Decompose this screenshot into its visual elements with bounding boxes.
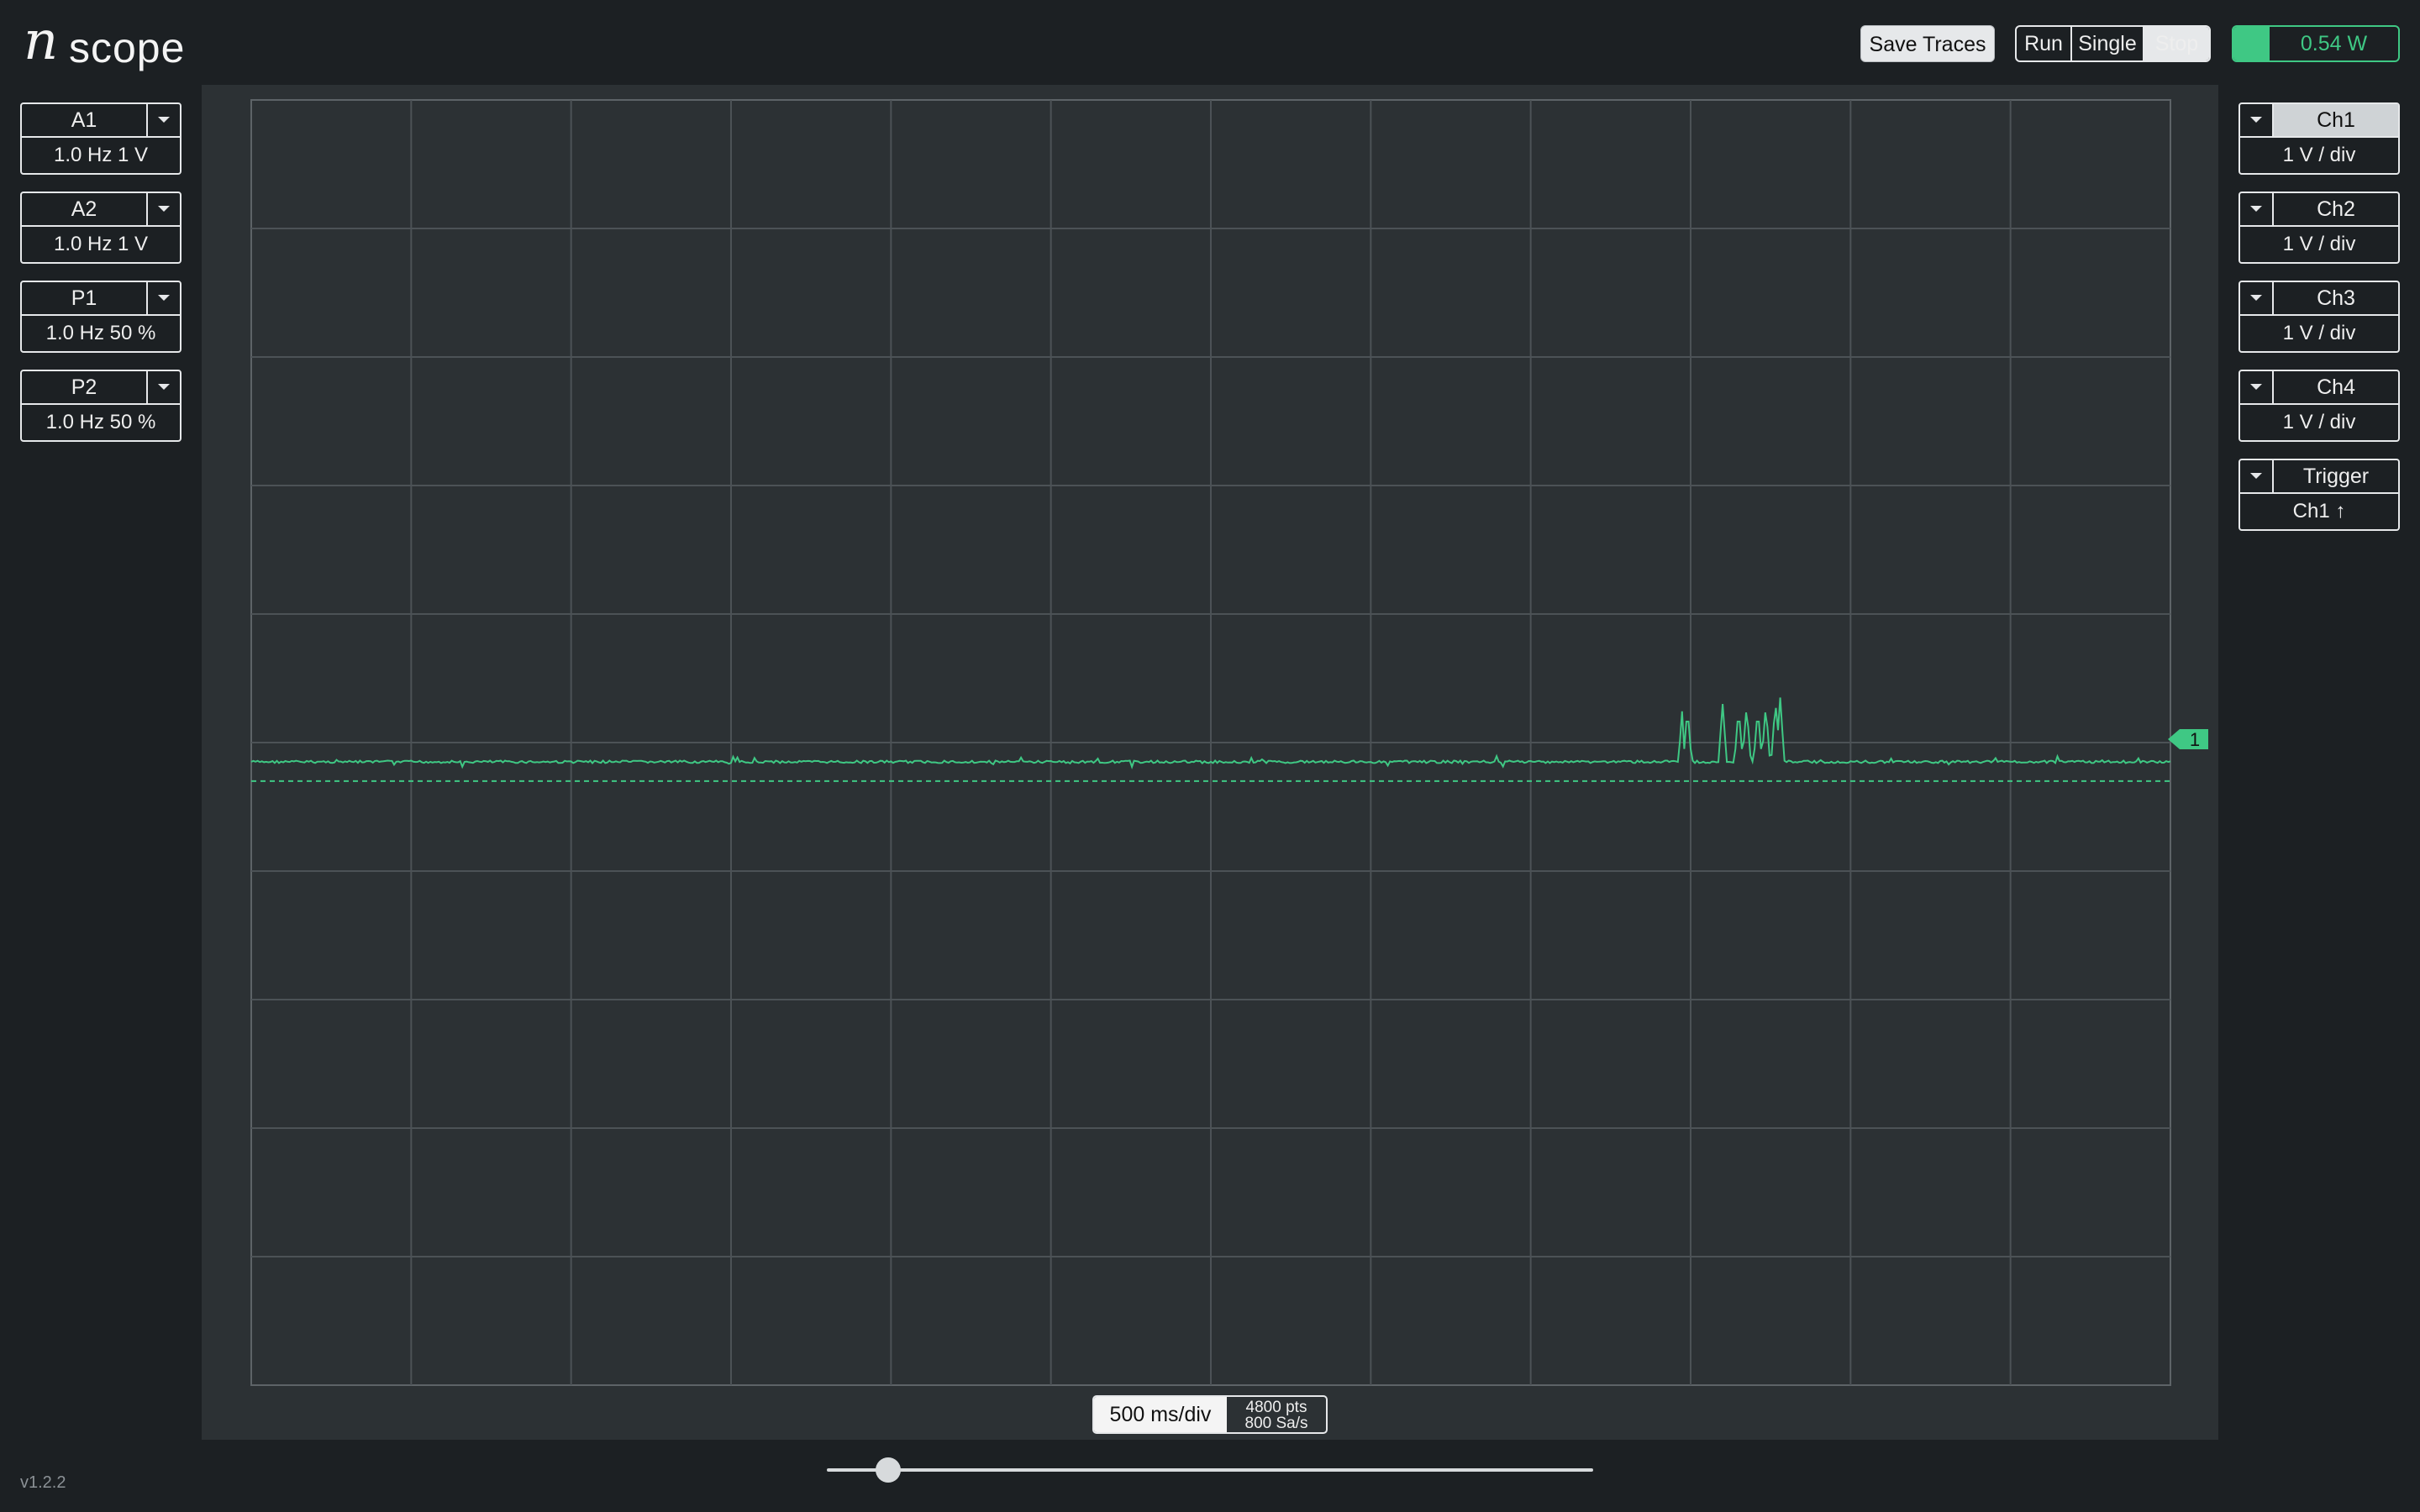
channel-ch2-label[interactable]: Ch2 (2274, 193, 2398, 225)
chevron-down-icon[interactable] (146, 193, 180, 225)
channel-ch2-scale[interactable]: 1 V / div (2240, 227, 2398, 262)
trigger-panel: Trigger Ch1 ↑ (2238, 459, 2400, 531)
channel-ch4-label[interactable]: Ch4 (2274, 371, 2398, 403)
generator-a1-setting[interactable]: 1.0 Hz 1 V (22, 138, 180, 173)
generator-a2-label[interactable]: A2 (22, 193, 146, 225)
generator-p2-setting[interactable]: 1.0 Hz 50 % (22, 405, 180, 440)
channel-marker-label: 1 (2190, 729, 2200, 750)
generator-p1-setting[interactable]: 1.0 Hz 50 % (22, 316, 180, 351)
generator-panel-a2: A2 1.0 Hz 1 V (20, 192, 182, 264)
version-label: v1.2.2 (20, 1473, 66, 1492)
generator-panel-p1: P1 1.0 Hz 50 % (20, 281, 182, 353)
channel-ch3-label[interactable]: Ch3 (2274, 282, 2398, 314)
channel-ch1-label[interactable]: Ch1 (2274, 104, 2398, 136)
timebase-info: 4800 pts 800 Sa/s (1227, 1397, 1326, 1432)
generator-a1-label[interactable]: A1 (22, 104, 146, 136)
trigger-source[interactable]: Ch1 ↑ (2240, 494, 2398, 529)
sample-points: 4800 pts (1245, 1399, 1307, 1416)
run-button[interactable]: Run (2017, 27, 2072, 60)
channel-marker-tag[interactable]: 1 (2168, 722, 2218, 756)
channel-panel-ch1: Ch1 1 V / div (2238, 102, 2400, 175)
timebase-setting[interactable]: 500 ms/div (1094, 1397, 1227, 1432)
channel-ch1-scale[interactable]: 1 V / div (2240, 138, 2398, 173)
single-button[interactable]: Single (2072, 27, 2144, 60)
generator-panel-p2: P2 1.0 Hz 50 % (20, 370, 182, 442)
graticule (250, 99, 2171, 1386)
generator-a2-setting[interactable]: 1.0 Hz 1 V (22, 227, 180, 262)
scope-plot (250, 99, 2171, 1386)
power-level-bar (2233, 27, 2270, 60)
logo-mark: n (24, 10, 59, 72)
timebase-control: 500 ms/div 4800 pts 800 Sa/s (1092, 1395, 1328, 1434)
chevron-down-icon[interactable] (146, 371, 180, 403)
chevron-down-icon[interactable] (2240, 460, 2274, 492)
channel-ch4-scale[interactable]: 1 V / div (2240, 405, 2398, 440)
nscope-logo: n scope (24, 12, 192, 71)
time-offset-slider-knob[interactable] (876, 1457, 901, 1483)
chevron-down-icon[interactable] (2240, 104, 2274, 136)
stop-button[interactable]: Stop (2144, 27, 2209, 60)
save-traces-button[interactable]: Save Traces (1860, 25, 1995, 62)
sample-rate: 800 Sa/s (1244, 1415, 1308, 1432)
logo-text: scope (69, 24, 186, 71)
power-value: 0.54 W (2300, 32, 2368, 55)
chevron-down-icon[interactable] (2240, 282, 2274, 314)
time-offset-slider-track[interactable] (827, 1468, 1593, 1472)
power-meter: 0.54 W (2232, 25, 2400, 62)
channel-ch3-scale[interactable]: 1 V / div (2240, 316, 2398, 351)
generator-panel-a1: A1 1.0 Hz 1 V (20, 102, 182, 175)
channel-panel-ch3: Ch3 1 V / div (2238, 281, 2400, 353)
generator-p1-label[interactable]: P1 (22, 282, 146, 314)
chevron-down-icon[interactable] (2240, 193, 2274, 225)
channel-panel-ch2: Ch2 1 V / div (2238, 192, 2400, 264)
chevron-down-icon[interactable] (146, 104, 180, 136)
generator-p2-label[interactable]: P2 (22, 371, 146, 403)
channel-panel-ch4: Ch4 1 V / div (2238, 370, 2400, 442)
chevron-down-icon[interactable] (2240, 371, 2274, 403)
acquisition-controls: Run Single Stop (2015, 25, 2211, 62)
chevron-down-icon[interactable] (146, 282, 180, 314)
trigger-label[interactable]: Trigger (2274, 460, 2398, 492)
